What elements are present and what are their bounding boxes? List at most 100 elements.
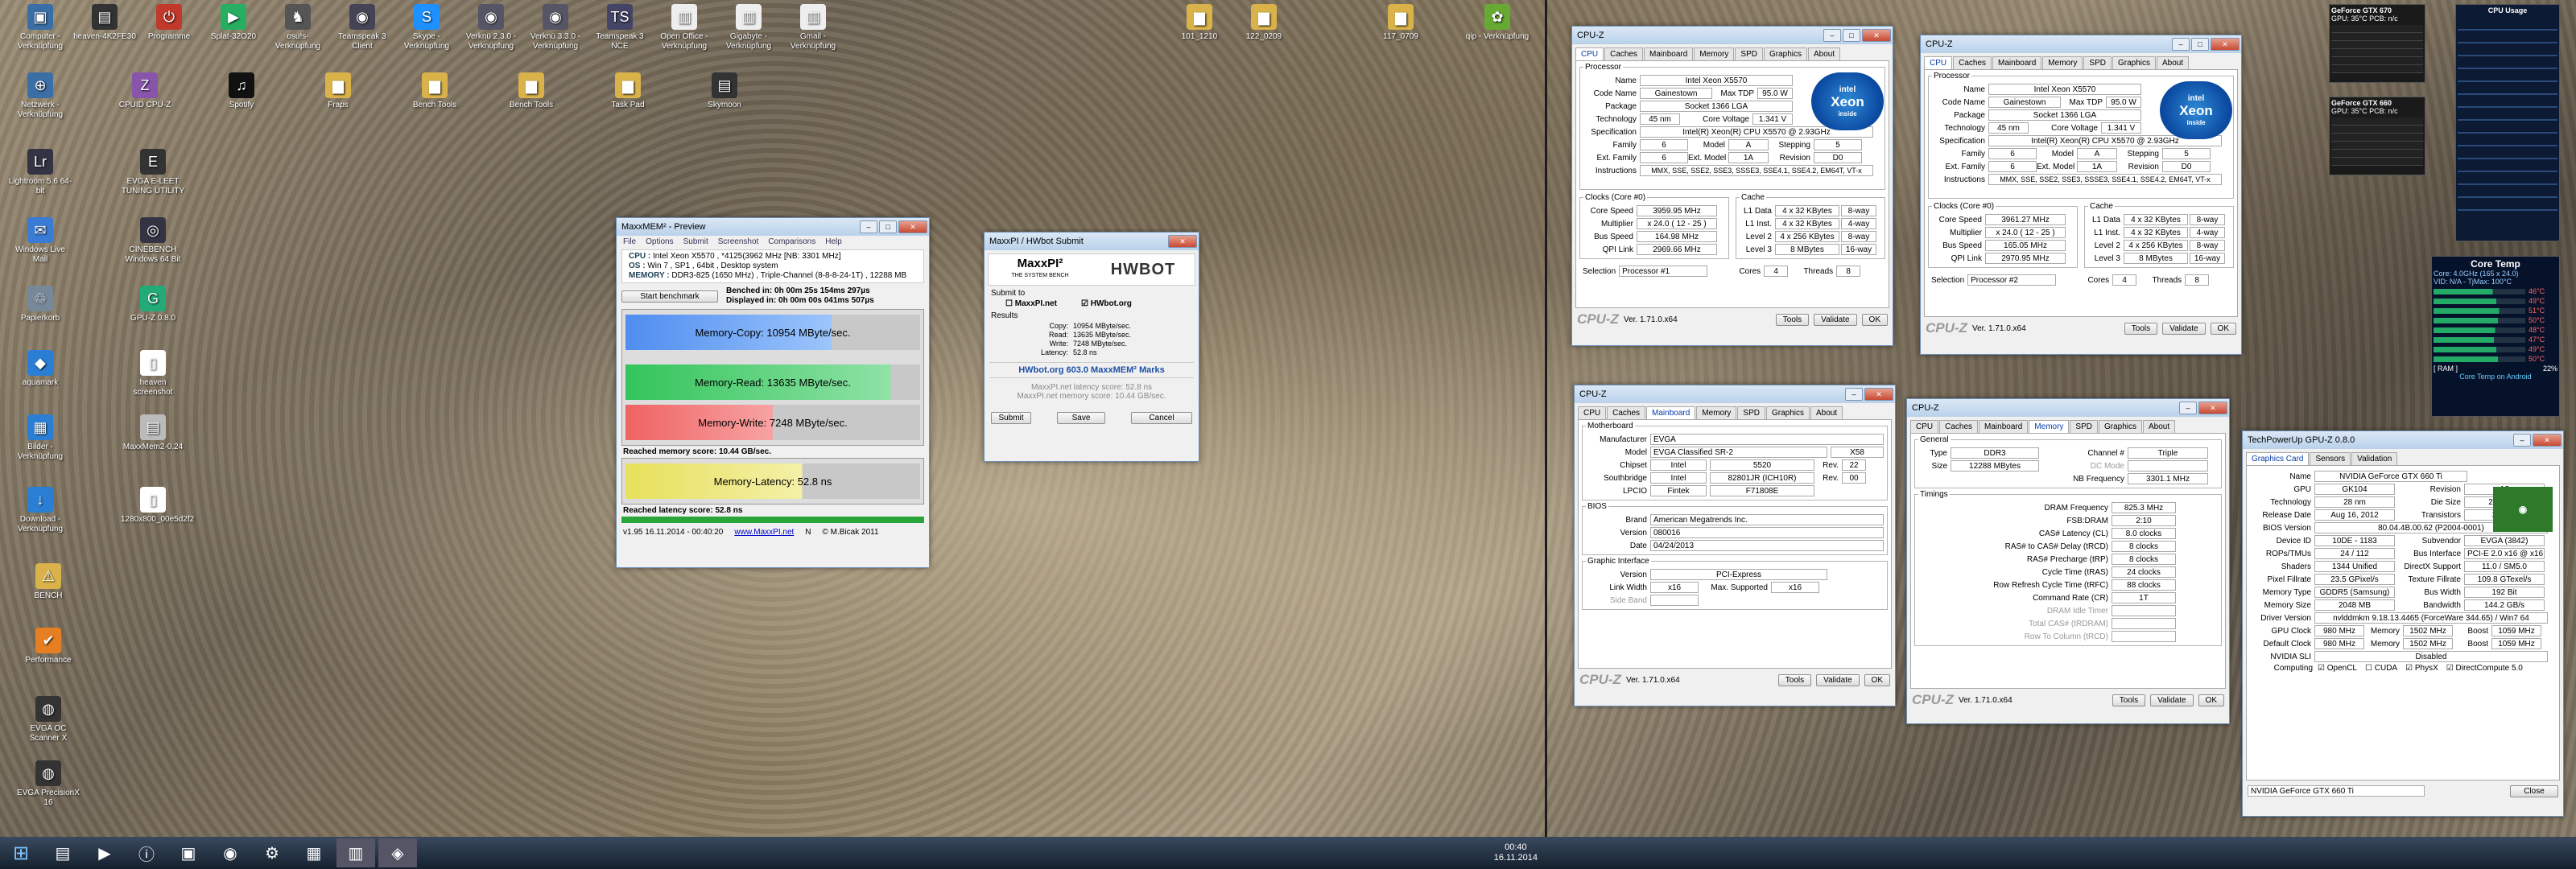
close-button[interactable]: ✕ — [898, 220, 927, 233]
tab-graphics[interactable]: Graphics — [1763, 47, 1807, 60]
cpuz-memory-window[interactable]: CPU-Z – ✕ CPU Caches Mainboard Memory SPD Graph… — [1906, 398, 2230, 724]
close-button[interactable]: ✕ — [1168, 235, 1197, 248]
submit-button[interactable]: Submit — [991, 412, 1031, 424]
desktop-icon[interactable]: ⊕ Netzwerk - Verknüpfung — [8, 72, 72, 120]
tab-memory[interactable]: Memory — [1696, 406, 1737, 419]
tab-sensors[interactable]: Sensors — [2310, 452, 2351, 465]
desktop-icon[interactable]: ◉ Verknü 3.3.0 - Verknüpfung — [523, 4, 588, 51]
desktop-icon[interactable]: ▆ 101_1210 — [1167, 4, 1232, 42]
tab-about[interactable]: About — [1808, 47, 1841, 60]
minimize-button[interactable]: – — [1823, 29, 1841, 42]
hwbot-titlebar[interactable]: MaxxPI / HWbot Submit ✕ — [985, 233, 1199, 250]
close-button[interactable]: ✕ — [2211, 38, 2240, 51]
tab-mainboard[interactable]: Mainboard — [1644, 47, 1694, 60]
desktop-icon[interactable]: ▤ heaven-4K2FE30 — [72, 4, 137, 42]
desktop-icon[interactable]: ♫ Spotify — [209, 72, 274, 110]
validate-button[interactable]: Validate — [1814, 313, 1857, 326]
tab-spd[interactable]: SPD — [1737, 406, 1765, 419]
tab-spd[interactable]: SPD — [1735, 47, 1763, 60]
tab-graphics[interactable]: Graphics — [1765, 406, 1810, 419]
minimize-button[interactable]: – — [2172, 38, 2190, 51]
menu-item[interactable]: Comparisons — [768, 237, 815, 246]
validate-button[interactable]: Validate — [2162, 322, 2206, 335]
desktop-icon[interactable]: ▤ Skymoon — [692, 72, 757, 110]
start-button[interactable]: ⊞ — [2, 838, 40, 867]
tools-button[interactable]: Tools — [2112, 694, 2146, 706]
firefox-icon[interactable]: ◉ — [211, 838, 250, 867]
tab-caches[interactable]: Caches — [1607, 406, 1646, 419]
desktop-icon[interactable]: ◍ EVGA PrecisionX 16 — [16, 760, 80, 808]
gpuz-window[interactable]: TechPowerUp GPU-Z 0.8.0– ✕ Graphics Card S… — [2242, 430, 2564, 817]
cpuz-titlebar[interactable]: CPU-Z – □ ✕ — [1572, 27, 1893, 44]
tab-about[interactable]: About — [2143, 420, 2176, 433]
desktop-icon[interactable]: ◉ Verknü 2.3.0 - Verknüpfung — [459, 4, 523, 51]
physx-checkbox[interactable]: ☑ PhysX — [2405, 664, 2438, 673]
start-benchmark-button[interactable]: Start benchmark — [621, 290, 718, 303]
maxxpi-checkbox[interactable]: ☐ MaxxPI.net — [1005, 299, 1057, 308]
tab-cpu[interactable]: CPU — [1910, 420, 1939, 433]
desktop-icon[interactable]: ♲ Papierkorb — [8, 286, 72, 323]
cpuz-mainboard-window[interactable]: CPU-Z – ✕ CPU Caches Mainboard Memory SPD Graph… — [1574, 385, 1896, 706]
tab-caches[interactable]: Caches — [1604, 47, 1644, 60]
cpuz-cpu-window-2[interactable]: CPU-Z – □ ✕ CPU Caches Mainboard Memory SPD Grap… — [1920, 35, 2242, 355]
validate-button[interactable]: Validate — [1816, 673, 1860, 686]
hwbot-checkbox[interactable]: ☑ HWbot.org — [1081, 299, 1132, 308]
processor-select[interactable]: Processor #2 — [1967, 274, 2057, 286]
tab-spd[interactable]: SPD — [2070, 420, 2098, 433]
desktop-icon[interactable]: ▥ Open Office - Verknüpfung — [652, 4, 716, 51]
maximize-button[interactable]: □ — [1843, 29, 1860, 42]
close-button[interactable]: ✕ — [1862, 29, 1891, 42]
tab-caches[interactable]: Caches — [1939, 420, 1979, 433]
maxxpi-link[interactable]: www.MaxxPI.net — [734, 528, 794, 537]
desktop-icon[interactable]: ▆ Task Pad — [596, 72, 660, 110]
cuda-checkbox[interactable]: ☐ CUDA — [2365, 664, 2397, 673]
desktop-icon[interactable]: TS Teamspeak 3 NCE — [588, 4, 652, 51]
desktop-icon[interactable]: ▆ Bench Tools — [402, 72, 467, 110]
tab-memory[interactable]: Memory — [1694, 47, 1735, 60]
menu-item[interactable]: Options — [646, 237, 673, 246]
desktop-icon[interactable]: ▶ Splat-32O20 — [201, 4, 266, 42]
close-button[interactable]: ✕ — [2533, 434, 2562, 447]
desktop-icon[interactable]: ♞ osu!s-Verknüpfung — [266, 4, 330, 51]
tab-graphics-card[interactable]: Graphics Card — [2246, 452, 2310, 465]
maxxmem-titlebar[interactable]: MaxxMEM² - Preview – □ ✕ — [617, 218, 929, 236]
maxxmem-taskbar-icon[interactable]: ▥ — [336, 838, 375, 867]
desktop-icon[interactable]: ◉ Teamspeak 3 Client — [330, 4, 394, 51]
maxxmem-window[interactable]: MaxxMEM² - Preview – □ ✕ File Options Submit… — [616, 217, 930, 568]
desktop-icon[interactable]: ▯ heaven screenshot — [121, 350, 185, 397]
tab-validation[interactable]: Validation — [2351, 452, 2398, 465]
ok-button[interactable]: OK — [1861, 313, 1888, 326]
desktop-icon[interactable]: ⏻ Programme — [137, 4, 201, 42]
menu-item[interactable]: Help — [825, 237, 842, 246]
desktop-icon[interactable]: E EVGA E-LEET TUNING UTILITY — [121, 149, 185, 196]
desktop-icon[interactable]: ▤ MaxxMem2-0.24 — [121, 414, 185, 452]
monitor-icon[interactable]: ▦ — [295, 838, 333, 867]
desktop-icon[interactable]: Lr Lightroom 5.6 64-bit — [8, 149, 72, 196]
tab-mainboard[interactable]: Mainboard — [1646, 406, 1696, 419]
desktop-icon[interactable]: ▥ Gigabyte - Verknüpfung — [716, 4, 781, 51]
desktop-icon[interactable]: S Skype - Verknüpfung — [394, 4, 459, 51]
desktop-icon[interactable]: ⚠ BENCH — [16, 563, 80, 601]
tab-about[interactable]: About — [2157, 56, 2190, 69]
tab-memory[interactable]: Memory — [2029, 420, 2070, 433]
cpuz-cpu-window-1[interactable]: CPU-Z – □ ✕ CPU Caches Mainboard Memory SPD Grap… — [1571, 26, 1893, 346]
close-button[interactable]: ✕ — [1864, 388, 1893, 401]
tab-caches[interactable]: Caches — [1953, 56, 1992, 69]
system-clock[interactable]: 00:40 16.11.2014 — [1494, 842, 1538, 863]
info-icon[interactable]: ⓘ — [127, 838, 166, 867]
minimize-button[interactable]: – — [2513, 434, 2531, 447]
directcompute-checkbox[interactable]: ☑ DirectCompute 5.0 — [2446, 664, 2523, 673]
save-button[interactable]: Save — [1057, 412, 1105, 424]
media-player-icon[interactable]: ▶ — [85, 838, 124, 867]
gpuz-titlebar[interactable]: TechPowerUp GPU-Z 0.8.0 – ✕ — [2243, 431, 2563, 449]
desktop-icon[interactable]: ↓ Download - Verknüpfung — [8, 487, 72, 534]
gpu-select[interactable]: NVIDIA GeForce GTX 660 Ti — [2248, 785, 2425, 797]
tools-button[interactable]: Tools — [1775, 313, 1810, 326]
desktop-icon[interactable]: ▆ Bench Tools — [499, 72, 564, 110]
ok-button[interactable]: OK — [2210, 322, 2236, 335]
desktop-icon[interactable]: ◆ aquamark — [8, 350, 72, 388]
desktop-icon[interactable]: ▆ 122_0209 — [1232, 4, 1296, 42]
minimize-button[interactable]: – — [860, 220, 877, 233]
menu-item[interactable]: Submit — [683, 237, 708, 246]
tools-button[interactable]: Tools — [1777, 673, 1812, 686]
